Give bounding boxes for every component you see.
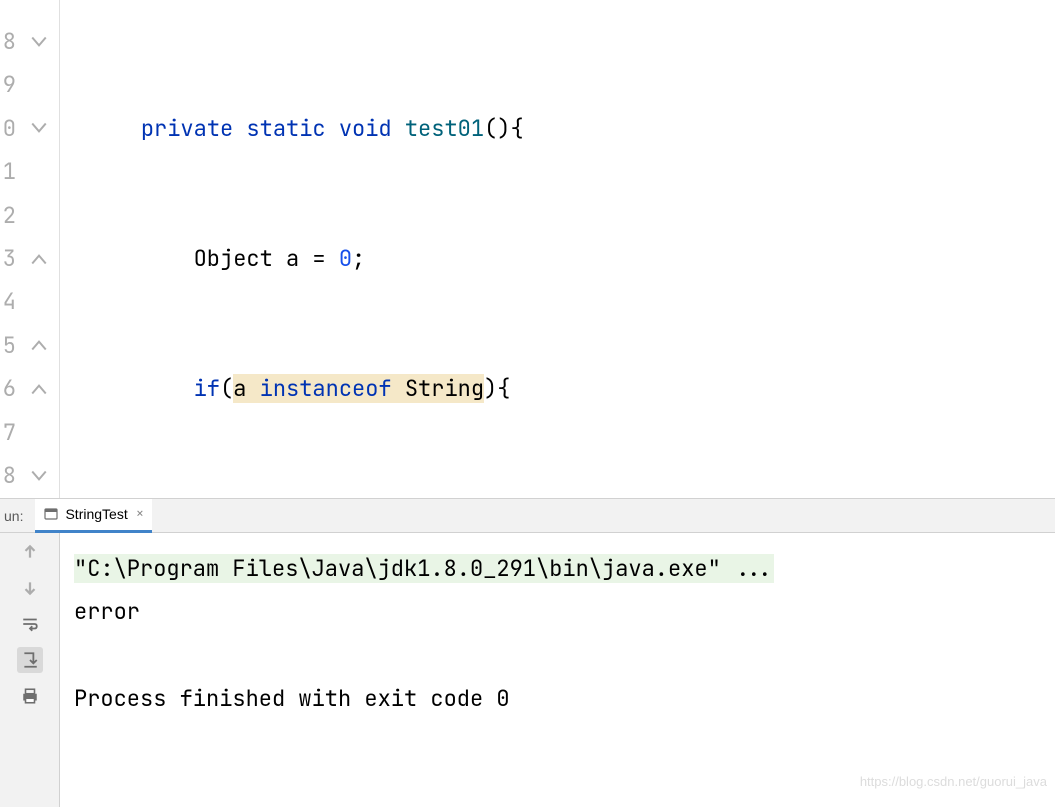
fold-close-icon[interactable]	[18, 237, 59, 280]
watermark: https://blog.csdn.net/guorui_java	[860, 760, 1047, 803]
line-number: 4	[0, 280, 18, 323]
run-panel-header: un: StringTest ×	[0, 499, 1055, 533]
line-number: 7	[0, 411, 18, 454]
run-tab-title: StringTest	[65, 506, 127, 522]
run-panel: un: StringTest ×	[0, 498, 1055, 807]
line-number: 9	[0, 63, 18, 106]
fold-close-icon[interactable]	[18, 367, 59, 410]
run-body: "C:\Program Files\Java\jdk1.8.0_291\bin\…	[0, 533, 1055, 807]
code-line: Object a = 0;	[60, 237, 1055, 280]
run-panel-label: un:	[4, 508, 35, 524]
line-number: 1	[0, 150, 18, 193]
line-number: 5	[0, 324, 18, 367]
line-number: 8	[0, 454, 18, 497]
code-editor[interactable]: private static void test01(){ Object a =…	[60, 0, 1055, 498]
down-button[interactable]	[17, 575, 43, 601]
code-line: if(a instanceof String){	[60, 367, 1055, 410]
scroll-to-end-button[interactable]	[17, 647, 43, 673]
console-exit-line: Process finished with exit code 0	[74, 684, 510, 713]
editor-area: 8 9 0 1 2 3 4 5 6 7 8 private sta	[0, 0, 1055, 498]
code-line: private static void test01(){	[60, 107, 1055, 150]
ide-container: 8 9 0 1 2 3 4 5 6 7 8 private sta	[0, 0, 1055, 748]
console-command-line: "C:\Program Files\Java\jdk1.8.0_291\bin\…	[74, 554, 774, 583]
line-number: 6	[0, 367, 18, 410]
soft-wrap-button[interactable]	[17, 611, 43, 637]
console-output[interactable]: "C:\Program Files\Java\jdk1.8.0_291\bin\…	[60, 533, 1055, 807]
fold-gutter	[18, 0, 60, 498]
line-number: 0	[0, 107, 18, 150]
fold-open-icon[interactable]	[18, 454, 59, 497]
line-number: 8	[0, 20, 18, 63]
highlighted-span: a	[233, 374, 259, 403]
run-tab[interactable]: StringTest ×	[35, 499, 152, 533]
console-output-line: error	[74, 597, 140, 626]
print-button[interactable]	[17, 683, 43, 709]
java-app-icon	[43, 500, 59, 529]
line-number: 2	[0, 194, 18, 237]
run-toolbar	[0, 533, 60, 807]
close-icon[interactable]: ×	[134, 505, 144, 523]
line-number-gutter: 8 9 0 1 2 3 4 5 6 7 8	[0, 0, 18, 498]
fold-open-icon[interactable]	[18, 107, 59, 150]
fold-close-icon[interactable]	[18, 324, 59, 367]
line-number: 3	[0, 237, 18, 280]
up-button[interactable]	[17, 539, 43, 565]
fold-open-icon[interactable]	[18, 20, 59, 63]
